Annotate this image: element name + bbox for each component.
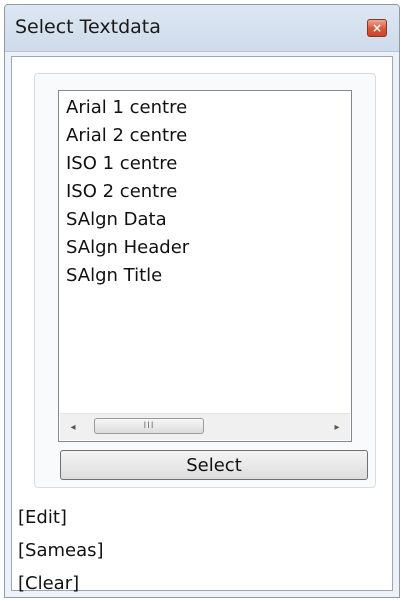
textdata-listbox[interactable]: Arial 1 centre Arial 2 centre ISO 1 cent… [58,90,352,442]
select-textdata-window: Select Textdata × Arial 1 centre Arial 2… [4,4,400,598]
list-item[interactable]: SAlgn Header [66,234,351,262]
dialog-body: Arial 1 centre Arial 2 centre ISO 1 cent… [11,56,393,594]
scroll-right-icon[interactable]: ▸ [324,414,350,440]
list-item[interactable]: SAlgn Title [66,262,351,290]
grip-icon: III [143,421,155,431]
close-icon: × [371,21,383,35]
list-group-panel: Arial 1 centre Arial 2 centre ISO 1 cent… [34,73,376,488]
sameas-link[interactable]: [Sameas] [18,534,104,567]
scroll-left-icon[interactable]: ◂ [60,414,86,440]
action-links: [Edit] [Sameas] [Clear] [18,501,104,600]
select-button[interactable]: Select [60,450,368,480]
list-item[interactable]: SAlgn Data [66,206,351,234]
horizontal-scrollbar[interactable]: ◂ III ▸ [60,413,350,440]
list-item[interactable]: Arial 2 centre [66,122,351,150]
window-title: Select Textdata [15,16,161,38]
title-bar: Select Textdata × [5,5,399,52]
list-item[interactable]: ISO 2 centre [66,178,351,206]
close-button[interactable]: × [367,19,387,37]
list-item[interactable]: ISO 1 centre [66,150,351,178]
list-items: Arial 1 centre Arial 2 centre ISO 1 cent… [66,94,351,290]
clear-link[interactable]: [Clear] [18,567,104,600]
scroll-thumb[interactable]: III [94,418,204,434]
list-item[interactable]: Arial 1 centre [66,94,351,122]
edit-link[interactable]: [Edit] [18,501,104,534]
